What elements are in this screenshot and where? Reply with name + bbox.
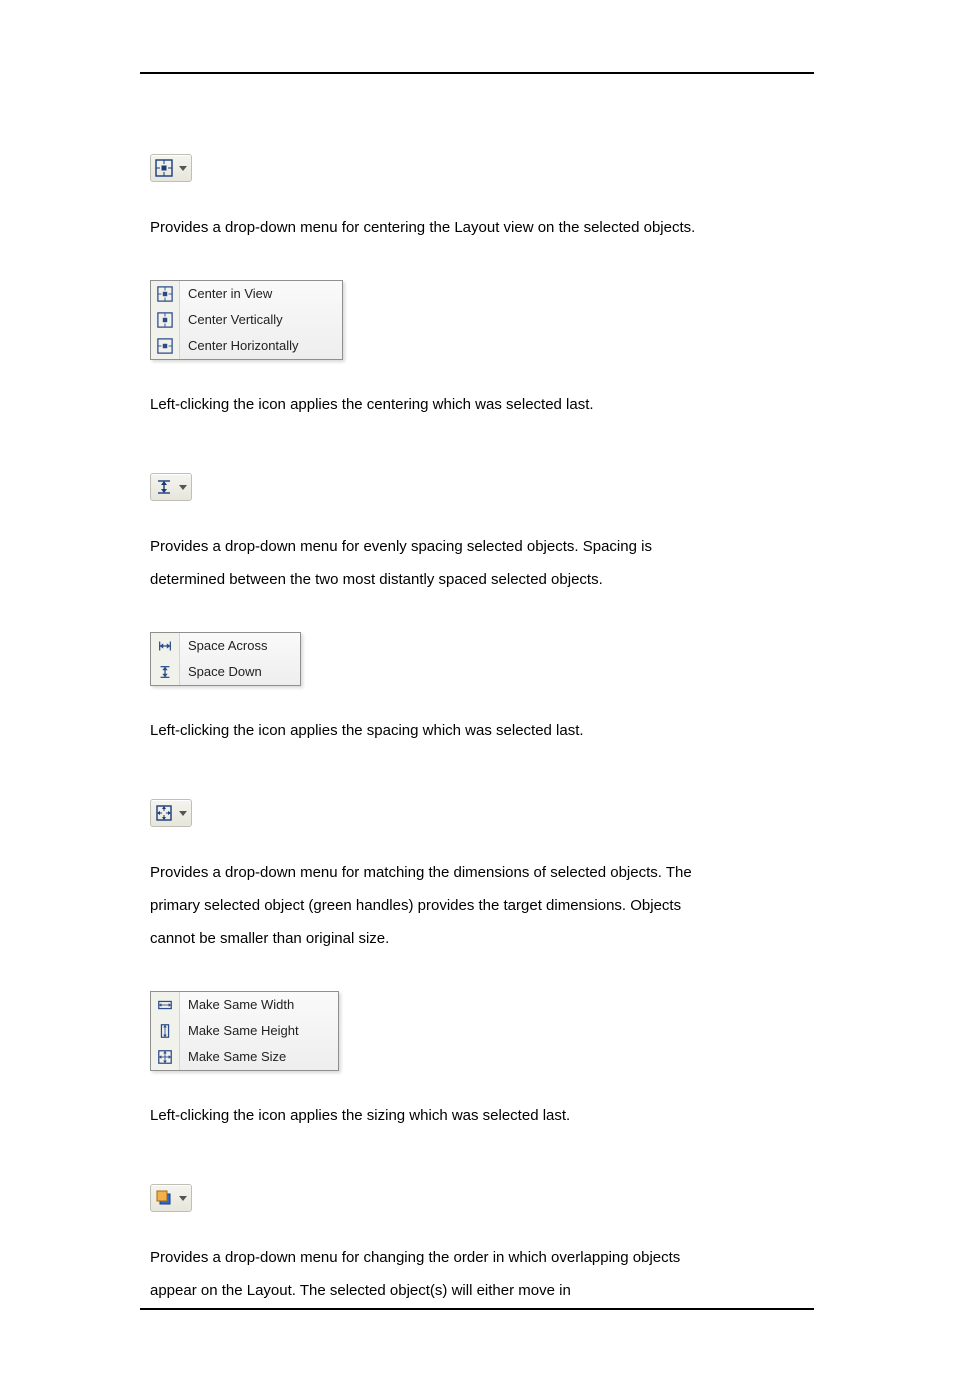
chevron-down-icon (179, 166, 187, 171)
section-spacing: Provides a drop-down menu for evenly spa… (150, 473, 710, 747)
center-in-view-icon (151, 281, 180, 307)
menu-item-label: Center Horizontally (180, 337, 342, 355)
content-area: Provides a drop-down menu for centering … (140, 154, 710, 1307)
space-across-icon (151, 633, 180, 659)
sizing-tool-dropdown-button[interactable] (150, 799, 192, 827)
make-same-size-icon (151, 1044, 180, 1070)
menu-item-center-horizontally[interactable]: Center Horizontally (151, 333, 342, 359)
spacing-tool-dropdown-button[interactable] (150, 473, 192, 501)
menu-item-label: Make Same Height (180, 1022, 338, 1040)
section-sizing: Provides a drop-down menu for matching t… (150, 799, 710, 1132)
top-rule (140, 72, 814, 74)
menu-item-label: Make Same Size (180, 1048, 338, 1066)
center-in-view-icon (155, 159, 173, 177)
menu-item-make-same-size[interactable]: Make Same Size (151, 1044, 338, 1070)
chevron-down-icon (179, 485, 187, 490)
section-center: Provides a drop-down menu for centering … (150, 154, 710, 421)
center-vertically-icon (151, 307, 180, 333)
center-note-text: Left-clicking the icon applies the cente… (150, 388, 710, 421)
sizing-description-text: Provides a drop-down menu for matching t… (150, 856, 710, 955)
order-description-text: Provides a drop-down menu for changing t… (150, 1241, 710, 1307)
menu-item-label: Space Down (180, 663, 300, 681)
toolbar-button-block (150, 473, 710, 502)
section-order: Provides a drop-down menu for changing t… (150, 1184, 710, 1307)
menu-item-label: Center Vertically (180, 311, 342, 329)
menu-item-center-vertically[interactable]: Center Vertically (151, 307, 342, 333)
center-description-text: Provides a drop-down menu for centering … (150, 211, 710, 244)
make-same-width-icon (151, 992, 180, 1018)
spacing-note-text: Left-clicking the icon applies the spaci… (150, 714, 710, 747)
chevron-down-icon (179, 1196, 187, 1201)
center-tool-dropdown-button[interactable] (150, 154, 192, 182)
sizing-dropdown-menu: Make Same Width Make Same Height (150, 991, 339, 1071)
spacing-description-text: Provides a drop-down menu for evenly spa… (150, 530, 710, 596)
menu-item-label: Center in View (180, 285, 342, 303)
spacing-dropdown-menu: Space Across Space Down (150, 632, 301, 686)
menu-item-make-same-width[interactable]: Make Same Width (151, 992, 338, 1018)
menu-item-space-down[interactable]: Space Down (151, 659, 300, 685)
toolbar-button-block (150, 154, 710, 183)
order-tool-dropdown-button[interactable] (150, 1184, 192, 1212)
menu-item-make-same-height[interactable]: Make Same Height (151, 1018, 338, 1044)
menu-item-center-in-view[interactable]: Center in View (151, 281, 342, 307)
bottom-rule (140, 1308, 814, 1310)
document-page: Provides a drop-down menu for centering … (0, 0, 954, 1387)
chevron-down-icon (179, 811, 187, 816)
toolbar-button-block (150, 1184, 710, 1213)
center-dropdown-menu: Center in View Center Vertically (150, 280, 343, 360)
make-same-size-icon (155, 804, 173, 822)
space-down-icon (155, 478, 173, 496)
center-horizontally-icon (151, 333, 180, 359)
menu-item-label: Make Same Width (180, 996, 338, 1014)
space-down-icon (151, 659, 180, 685)
toolbar-button-block (150, 799, 710, 828)
bring-to-front-icon (155, 1189, 173, 1207)
make-same-height-icon (151, 1018, 180, 1044)
sizing-note-text: Left-clicking the icon applies the sizin… (150, 1099, 710, 1132)
menu-item-label: Space Across (180, 637, 300, 655)
menu-item-space-across[interactable]: Space Across (151, 633, 300, 659)
